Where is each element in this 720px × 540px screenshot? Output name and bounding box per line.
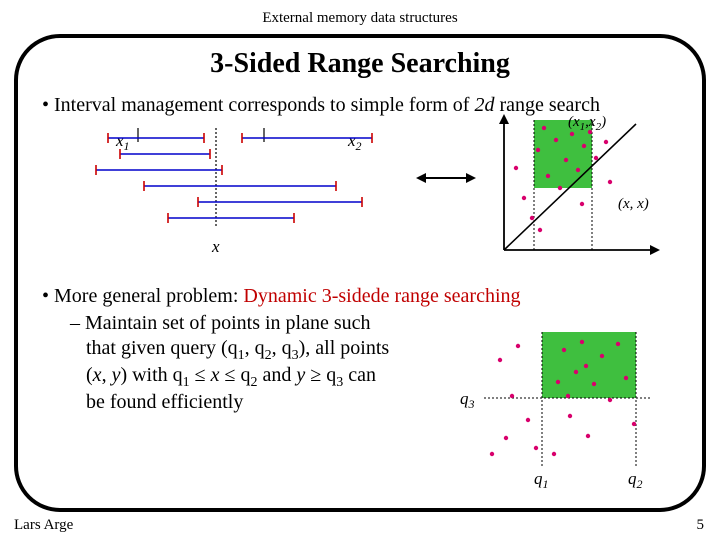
fig1-x2sub: 2 [356, 139, 362, 153]
bullet-2: More general problem: Dynamic 3-sidede r… [42, 285, 682, 308]
bullet-1-em: 2d [474, 94, 494, 116]
fig2-top-a: (x [568, 114, 580, 130]
slide: External memory data structures 3-Sided … [0, 0, 720, 540]
bullet-1-text-a: Interval management corresponds to simpl… [54, 94, 474, 116]
three-sided-svg: q3 q1 q2 [458, 326, 668, 492]
bullet-2-b: Dynamic 3-sidede range searching [243, 285, 520, 307]
double-arrow-svg [416, 168, 476, 188]
fig3-q2: 2 [637, 477, 643, 491]
fig3-q1: 1 [543, 477, 549, 491]
fig1-x: x [211, 237, 220, 256]
figure-map: (x1,x2) (x, x) [486, 114, 666, 264]
svg-text:q3: q3 [460, 389, 475, 411]
fig2-top-b: ,x [585, 114, 596, 130]
svg-text:x2: x2 [347, 131, 362, 153]
svg-text:q2: q2 [628, 469, 643, 491]
fig1-x1sub: 1 [124, 139, 130, 153]
fig2-bot: (x, x) [618, 196, 649, 212]
slide-body: Interval management corresponds to simpl… [18, 80, 702, 414]
bullet-2-a: More general problem: [54, 285, 243, 307]
page-header: External memory data structures [0, 0, 720, 27]
double-arrow [416, 168, 476, 188]
slide-title: 3-Sided Range Searching [18, 48, 702, 80]
content-frame: 3-Sided Range Searching Interval managem… [14, 34, 706, 512]
svg-text:x1: x1 [115, 131, 130, 153]
figure-intervals: x1 x2 [78, 128, 378, 258]
fig3-q3: 3 [468, 397, 475, 411]
footer-page-number: 5 [697, 517, 705, 534]
figure-3sided: q3 q1 q2 [458, 326, 668, 492]
bullet-1-text-c: range search [494, 94, 600, 116]
fig2-top-c: ) [600, 114, 606, 130]
footer-author: Lars Arge [14, 517, 73, 534]
intervals-svg: x1 x2 [78, 128, 378, 258]
svg-text:q1: q1 [534, 469, 549, 491]
map-svg: (x1,x2) (x, x) [486, 114, 666, 264]
